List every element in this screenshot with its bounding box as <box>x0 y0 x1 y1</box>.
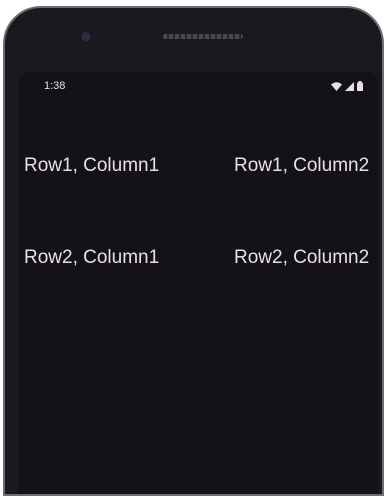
signal-icon <box>345 81 354 91</box>
grid-cell-row2-column2: Row2, Column2 <box>234 247 370 268</box>
battery-icon <box>357 81 363 91</box>
status-time: 1:38 <box>44 80 66 92</box>
status-bar: 1:38 <box>18 72 379 100</box>
grid-cell-row2-column1: Row2, Column1 <box>24 247 160 268</box>
phone-frame: 1:38 Row1, Column1 Row1, Column2 Row2, C… <box>3 6 384 496</box>
earpiece-speaker <box>163 34 243 39</box>
status-icons <box>331 81 363 91</box>
wifi-icon <box>331 81 342 91</box>
app-screen: 1:38 Row1, Column1 Row1, Column2 Row2, C… <box>18 72 379 494</box>
grid-cell-row1-column1: Row1, Column1 <box>24 155 160 176</box>
front-camera <box>81 32 91 42</box>
grid-cell-row1-column2: Row1, Column2 <box>234 155 370 176</box>
